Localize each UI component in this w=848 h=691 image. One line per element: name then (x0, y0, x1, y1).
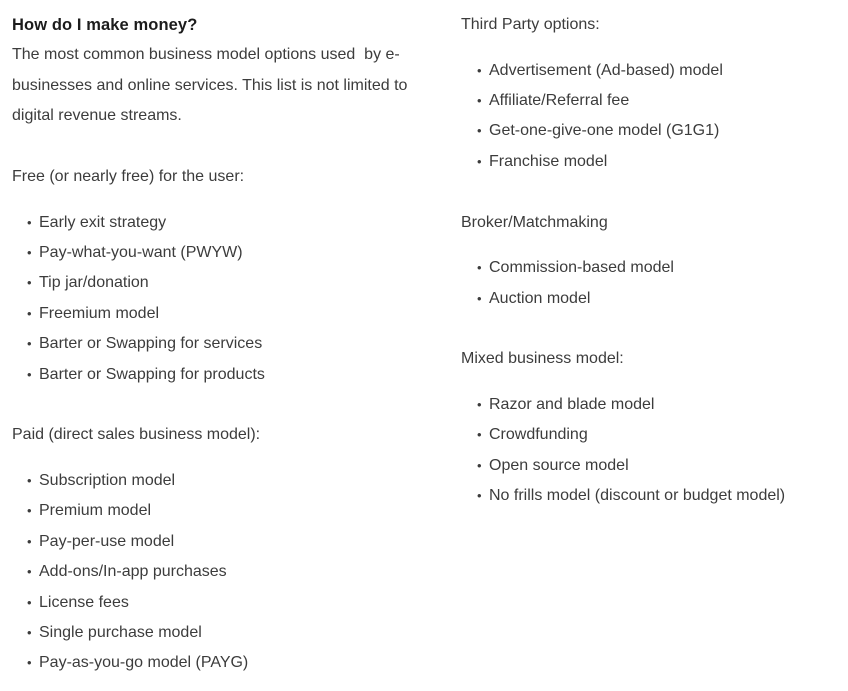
bullet-icon: • (27, 366, 32, 382)
list-item: • Pay-what-you-want (PWYW) (12, 238, 442, 268)
list-item: • Franchise model (461, 147, 841, 177)
list-item-label: Commission-based model (489, 259, 674, 277)
list-item-label: Crowdfunding (489, 426, 588, 444)
bullet-icon: • (477, 62, 482, 78)
bullet-icon: • (477, 92, 482, 108)
intro-paragraph: The most common business model options u… (12, 46, 412, 124)
bullet-icon: • (27, 472, 32, 488)
list-item: • Barter or Swapping for products (12, 360, 442, 390)
list-item: • Premium model (12, 496, 442, 526)
document-page: How do I make money? The most common bus… (0, 0, 848, 691)
list-item-label: Razor and blade model (489, 395, 655, 413)
list-item-label: Early exit strategy (39, 213, 167, 231)
list-item: • Subscription model (12, 466, 442, 496)
list-item: • No frills model (discount or budget mo… (461, 481, 841, 511)
list-item-label: Freemium model (39, 304, 160, 322)
bullet-icon: • (477, 396, 482, 412)
list-item: • Commission-based model (461, 253, 841, 283)
bullet-icon: • (27, 564, 32, 580)
list-item-label: Pay-as-you-go model (PAYG) (39, 654, 249, 672)
list-item-label: Single purchase model (39, 623, 202, 641)
list-item: • Early exit strategy (12, 208, 442, 238)
list-item-label: Auction model (489, 289, 591, 307)
list-item: • Get-one-give-one model (G1G1) (461, 116, 841, 146)
bullet-icon: • (477, 488, 482, 504)
list-free-options: • Early exit strategy • Pay-what-you-wan… (12, 208, 442, 390)
bullet-icon: • (27, 655, 32, 671)
right-column: Third Party options: • Advertisement (Ad… (461, 0, 841, 512)
list-item-label: Barter or Swapping for services (39, 335, 263, 353)
bullet-icon: • (27, 503, 32, 519)
left-column: How do I make money? The most common bus… (12, 0, 442, 679)
list-item: • Crowdfunding (461, 420, 841, 450)
list-item: • Razor and blade model (461, 390, 841, 420)
list-item: • Open source model (461, 451, 841, 481)
list-item-label: Add-ons/In-app purchases (39, 563, 227, 581)
bullet-icon: • (27, 624, 32, 640)
list-item: • Advertisement (Ad-based) model (461, 56, 841, 86)
bullet-icon: • (477, 427, 482, 443)
list-item: • Freemium model (12, 299, 442, 329)
list-item-label: Get-one-give-one model (G1G1) (489, 122, 720, 140)
bullet-icon: • (27, 244, 32, 260)
list-item: • Barter or Swapping for services (12, 329, 442, 359)
section-heading-paid: Paid (direct sales business model): (12, 426, 261, 444)
bullet-icon: • (477, 260, 482, 276)
list-item-label: Affiliate/Referral fee (489, 91, 630, 109)
list-item-label: Franchise model (489, 152, 608, 170)
list-item-label: No frills model (discount or budget mode… (489, 487, 786, 505)
bullet-icon: • (27, 275, 32, 291)
list-item-label: License fees (39, 593, 129, 611)
list-item-label: Pay-per-use model (39, 532, 175, 550)
section-heading-third-party: Third Party options: (461, 16, 600, 33)
list-item-label: Open source model (489, 456, 629, 474)
list-item-label: Pay-what-you-want (PWYW) (39, 243, 243, 261)
bullet-icon: • (27, 214, 32, 230)
bullet-icon: • (27, 594, 32, 610)
list-item-label: Tip jar/donation (39, 274, 149, 292)
list-mixed-options: • Razor and blade model • Crowdfunding •… (461, 390, 841, 512)
list-item-label: Barter or Swapping for products (39, 365, 265, 383)
section-heading-free: Free (or nearly free) for the user: (12, 168, 245, 185)
bullet-icon: • (27, 336, 32, 352)
bullet-icon: • (27, 305, 32, 321)
list-item-label: Premium model (39, 502, 152, 520)
list-item: • Add-ons/In-app purchases (12, 557, 442, 587)
list-item: • Pay-per-use model (12, 527, 442, 557)
list-item-label: Subscription model (39, 471, 176, 489)
bullet-icon: • (477, 290, 482, 306)
list-item-label: Advertisement (Ad-based) model (489, 61, 723, 79)
list-item: • Pay-as-you-go model (PAYG) (12, 648, 442, 678)
bullet-icon: • (477, 123, 482, 139)
list-item: • Affiliate/Referral fee (461, 86, 841, 116)
bullet-icon: • (27, 533, 32, 549)
section-heading-mixed: Mixed business model: (461, 350, 624, 368)
list-broker-options: • Commission-based model • Auction model (461, 253, 841, 314)
list-paid-options: • Subscription model • Premium model • P… (12, 466, 442, 679)
section-heading-broker: Broker/Matchmaking (461, 213, 608, 231)
bullet-icon: • (477, 153, 482, 169)
list-item: • License fees (12, 588, 442, 618)
list-item: • Single purchase model (12, 618, 442, 648)
list-item: • Tip jar/donation (12, 268, 442, 298)
page-title: How do I make money? (12, 16, 198, 34)
list-third-party-options: • Advertisement (Ad-based) model • Affil… (461, 56, 841, 178)
list-item: • Auction model (461, 284, 841, 314)
bullet-icon: • (477, 457, 482, 473)
